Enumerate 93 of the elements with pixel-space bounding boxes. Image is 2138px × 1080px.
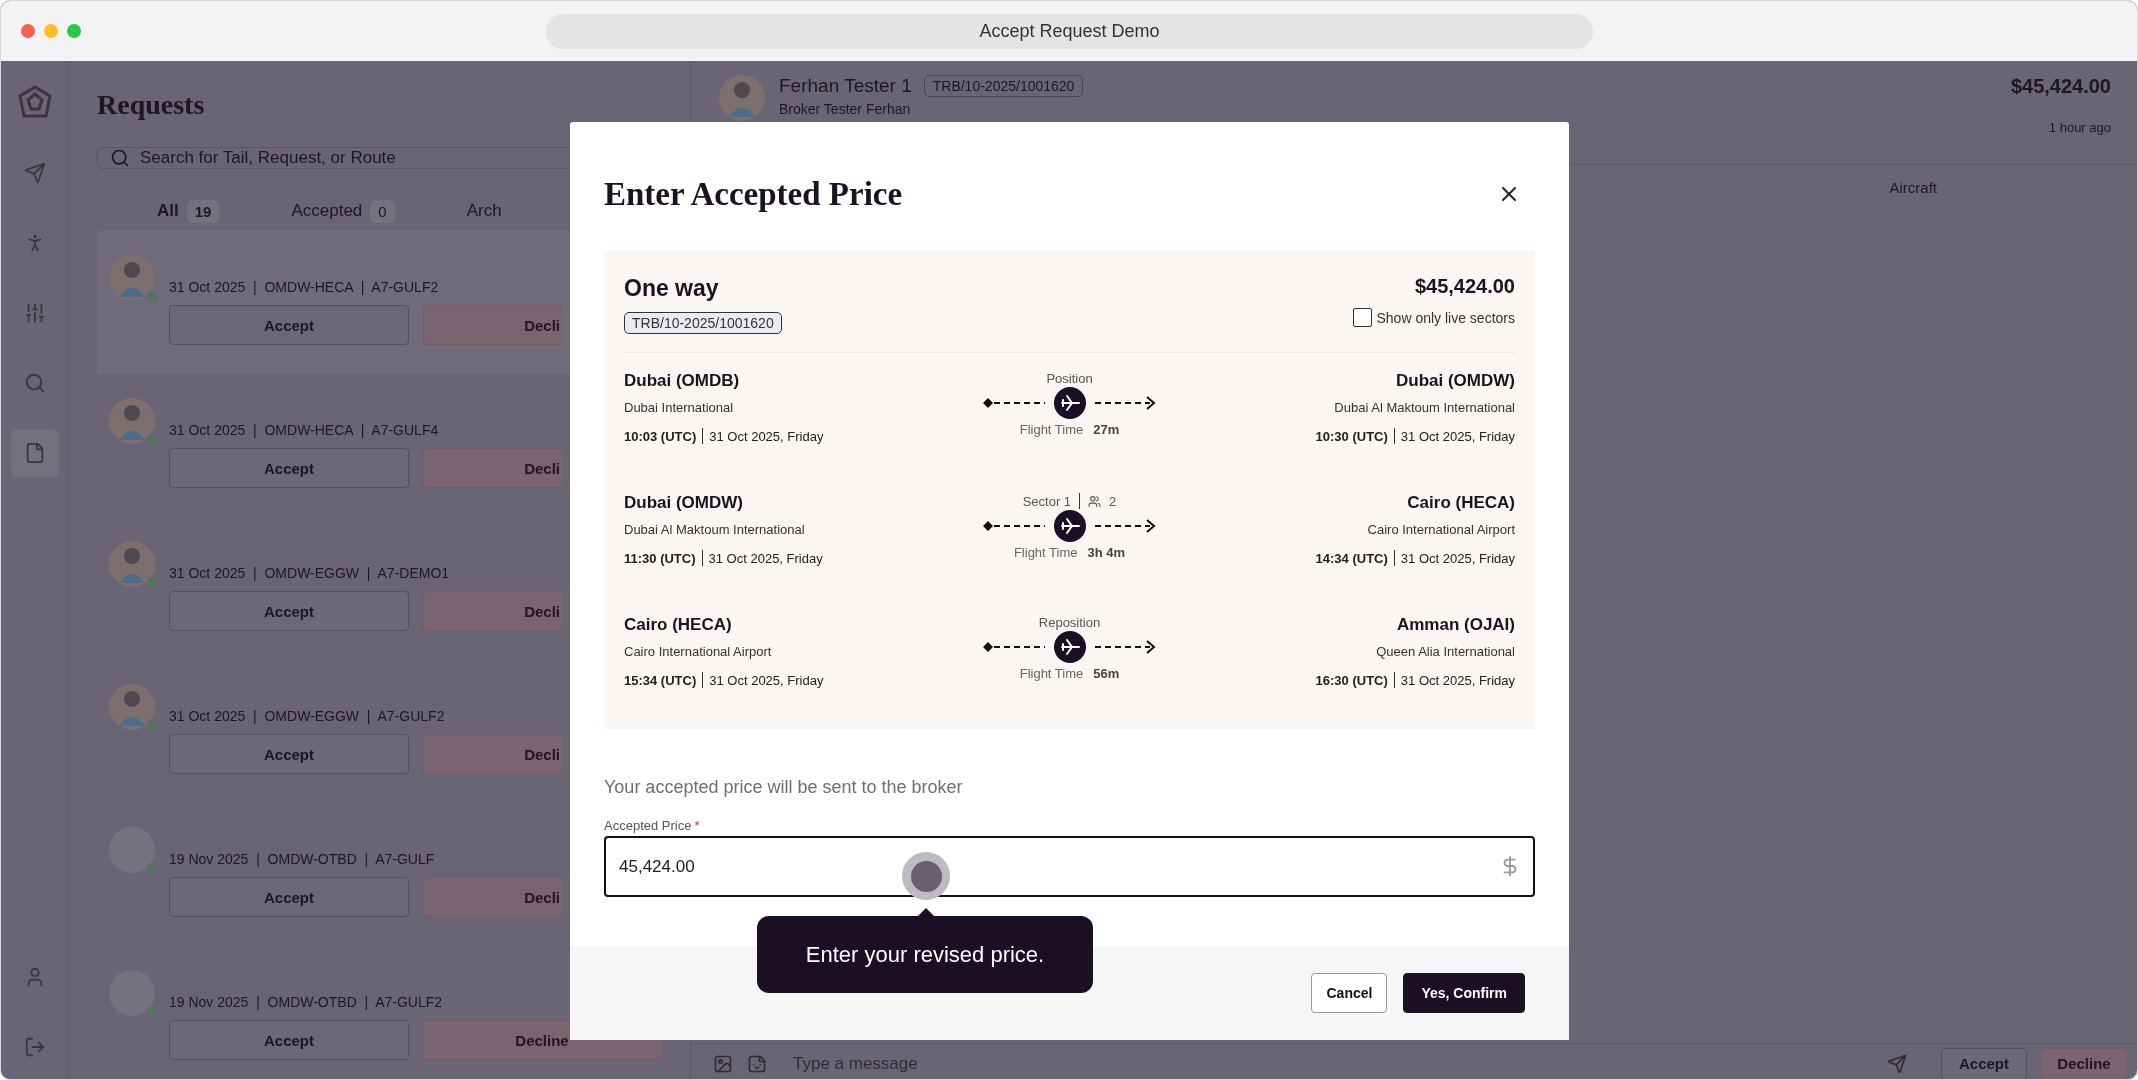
flight-time-label: Flight Time <box>1013 545 1078 560</box>
broker-subtitle: Broker Tester Ferhan <box>779 101 912 117</box>
checkbox[interactable] <box>1353 308 1373 327</box>
tab[interactable]: All 19 <box>157 195 220 227</box>
broker-name: Ferhan Tester 1 <box>779 75 912 97</box>
price-field[interactable]: 45,424.00 <box>604 836 1535 897</box>
arrival-city: Cairo (HECA) <box>1407 493 1515 513</box>
accept-button[interactable]: Accept <box>169 877 409 917</box>
flight-time: 56m <box>1093 666 1120 681</box>
reference-badge: TRB/10-2025/1001620 <box>624 312 782 334</box>
decline-button[interactable]: Decli <box>423 305 562 345</box>
checkbox-label: Show only live sectors <box>1376 309 1515 326</box>
tab[interactable]: Arch <box>466 195 502 227</box>
zoom-window-button[interactable] <box>67 24 81 38</box>
arrival-airport: Queen Alia International <box>1376 644 1515 659</box>
reference-badge: TRB/10-2025/1001620 <box>923 75 1084 97</box>
required-mark: * <box>694 818 700 833</box>
departure-time: 10:03 (UTC) <box>624 428 697 444</box>
close-window-button[interactable] <box>21 24 35 38</box>
minimize-window-button[interactable] <box>44 24 58 38</box>
departure-date: 31 Oct 2025, Friday <box>709 672 824 688</box>
window-title: Accept Request Demo <box>546 14 1593 49</box>
flight-time-label: Flight Time <box>1019 422 1084 437</box>
flight-time-label: Flight Time <box>1019 666 1084 681</box>
accept-button[interactable]: Accept <box>1941 1047 2027 1079</box>
decline-button[interactable]: Decli <box>423 448 562 488</box>
arrival-city: Amman (OJAI) <box>1396 615 1515 635</box>
sector-label: Reposition <box>1038 615 1101 630</box>
accept-button[interactable]: Accept <box>169 305 409 345</box>
request-meta: 31 Oct 2025 | OMDW-HECA | A7-GULF2 <box>169 279 440 295</box>
departure-date: 31 Oct 2025, Friday <box>708 550 823 566</box>
image-icon[interactable] <box>713 1053 733 1074</box>
arrival-city: Dubai (OMDW) <box>1396 371 1515 391</box>
tooltip: Enter your revised price. <box>757 916 1093 993</box>
trip-price: $45,424.00 <box>1414 275 1515 298</box>
arrival-time: 10:30 (UTC) <box>1315 428 1388 444</box>
departure-date: 31 Oct 2025, Friday <box>709 428 824 444</box>
arrival-date: 31 Oct 2025, Friday <box>1400 428 1515 444</box>
cancel-button[interactable]: Cancel <box>1311 973 1388 1013</box>
accept-button[interactable]: Accept <box>169 448 409 488</box>
column-header: Aircraft <box>1889 179 1937 196</box>
decline-button[interactable]: Decli <box>423 591 562 631</box>
arrival-time: 14:34 (UTC) <box>1315 550 1388 566</box>
sticker-icon[interactable] <box>747 1053 767 1074</box>
search-field[interactable]: Search for Tail, Request, or Route <box>97 147 569 169</box>
departure-airport: Dubai International <box>624 400 734 415</box>
arrival-date: 31 Oct 2025, Friday <box>1400 550 1515 566</box>
arrival-airport: Cairo International Airport <box>1367 522 1515 537</box>
request-meta: 31 Oct 2025 | OMDW-EGGW | A7-GULF2 <box>169 708 446 724</box>
tab-count: 19 <box>186 199 220 223</box>
departure-time: 11:30 (UTC) <box>624 550 696 566</box>
avatar <box>719 75 765 121</box>
departure-airport: Cairo International Airport <box>624 644 772 659</box>
departure-city: Cairo (HECA) <box>624 615 732 635</box>
tab-label: All <box>157 201 179 221</box>
request-meta: 31 Oct 2025 | OMDW-HECA | A7-GULF4 <box>169 422 440 438</box>
arrival-date: 31 Oct 2025, Friday <box>1400 672 1515 688</box>
passenger-count: 2 <box>1109 493 1117 509</box>
page-title: Requests <box>97 89 206 121</box>
accept-button[interactable]: Accept <box>169 591 409 631</box>
info-text: Your accepted price will be sent to the broker <box>603 776 964 798</box>
accept-button[interactable]: Accept <box>169 734 409 774</box>
timestamp: 1 hour ago <box>2048 120 2111 135</box>
arrival-time: 16:30 (UTC) <box>1315 672 1388 688</box>
tab[interactable]: Accepted 0 <box>291 195 395 227</box>
request-meta: 31 Oct 2025 | OMDW-EGGW | A7-DEMO1 <box>169 565 451 581</box>
arrival-airport: Dubai Al Maktoum International <box>1334 400 1515 415</box>
flight-time: 3h 4m <box>1087 545 1126 560</box>
departure-city: Dubai (OMDW) <box>624 493 743 513</box>
tab-label: Arch <box>466 201 502 221</box>
flight-time: 27m <box>1093 422 1120 437</box>
decline-button[interactable]: Decli <box>423 734 562 774</box>
field-label: Accepted Price <box>604 818 692 833</box>
document-icon[interactable] <box>10 429 59 477</box>
departure-time: 15:34 (UTC) <box>624 672 697 688</box>
decline-button[interactable]: Decli <box>423 877 562 917</box>
request-meta: 19 Nov 2025 | OMDW-OTBD | A7-GULF2 <box>169 994 444 1010</box>
tab-count: 0 <box>370 199 395 223</box>
confirm-button[interactable]: Yes, Confirm <box>1403 973 1525 1013</box>
departure-airport: Dubai Al Maktoum International <box>624 522 805 537</box>
accept-button[interactable]: Accept <box>169 1020 409 1060</box>
send-icon[interactable] <box>1887 1053 1907 1074</box>
departure-city: Dubai (OMDB) <box>624 371 740 391</box>
dialog-title: Enter Accepted Price <box>604 175 903 213</box>
sector-label: Sector 1 <box>1022 493 1072 509</box>
request-meta: 19 Nov 2025 | OMDW-OTBD | A7-GULF <box>169 851 436 867</box>
message-field[interactable]: Type a message <box>793 1053 1873 1074</box>
sector-label: Position <box>1046 371 1093 386</box>
search-icon <box>110 148 130 168</box>
price: $45,424.00 <box>2010 75 2111 98</box>
tab-label: Accepted <box>291 201 363 221</box>
passengers-icon <box>1088 494 1102 508</box>
decline-button[interactable]: Decline <box>2041 1047 2127 1079</box>
